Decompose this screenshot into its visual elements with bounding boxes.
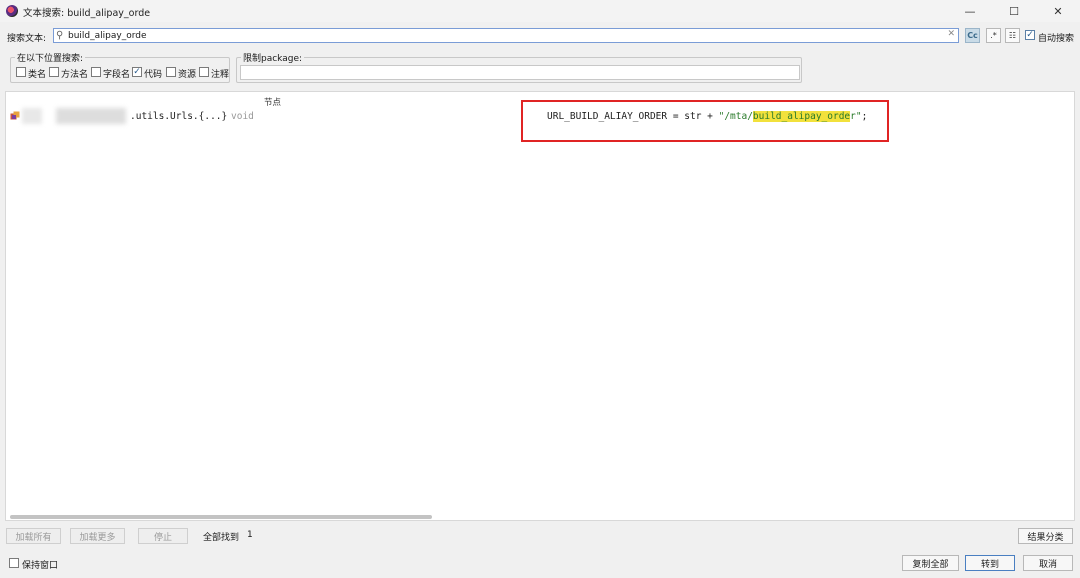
package-filter-title: 限制package:: [241, 51, 305, 64]
node-type: void: [231, 111, 254, 122]
maximize-button[interactable]: ☐: [992, 0, 1036, 22]
method-name-label: 方法名: [61, 70, 89, 80]
resource-checkbox[interactable]: [166, 67, 176, 77]
search-input[interactable]: [68, 29, 938, 42]
load-more-button[interactable]: 加载更多: [70, 528, 125, 544]
stop-button[interactable]: 停止: [138, 528, 188, 544]
field-name-label: 字段名: [103, 70, 131, 80]
minimize-button[interactable]: —: [948, 0, 992, 22]
package-filter-input[interactable]: [240, 65, 800, 80]
found-label: 全部找到: [203, 533, 240, 543]
case-sensitive-toggle[interactable]: Cc: [965, 28, 980, 43]
close-button[interactable]: ✕: [1036, 0, 1080, 22]
keep-window-checkbox[interactable]: [9, 558, 19, 568]
app-icon: [6, 5, 18, 17]
search-box[interactable]: ⚲ ✕: [53, 28, 959, 43]
auto-search-checkbox[interactable]: ✓: [1025, 30, 1035, 40]
class-node-icon: [10, 111, 20, 120]
code-checkbox[interactable]: ✓: [132, 67, 142, 77]
results-table[interactable]: 节点 .utils.Urls.{...} void URL_BUILD_ALIA…: [5, 91, 1075, 521]
clear-search-icon[interactable]: ✕: [947, 29, 955, 39]
keep-window-label: 保持窗口: [22, 561, 59, 571]
load-all-button[interactable]: 加载所有: [6, 528, 61, 544]
class-name-label: 类名: [28, 70, 47, 80]
whole-word-toggle[interactable]: ☷: [1005, 28, 1020, 43]
horizontal-scrollbar[interactable]: [10, 515, 432, 519]
search-label: 搜索文本:: [7, 34, 47, 44]
title-bar: 文本搜索: build_alipay_orde — ☐ ✕: [0, 0, 1080, 22]
copy-all-button[interactable]: 复制全部: [902, 555, 959, 571]
method-name-checkbox[interactable]: [49, 67, 59, 77]
redacted-package: [22, 108, 42, 124]
goto-button[interactable]: 转到: [965, 555, 1015, 571]
group-results-button[interactable]: 结果分类: [1018, 528, 1073, 544]
regex-toggle[interactable]: .*: [986, 28, 1001, 43]
comment-label: 注释: [211, 70, 230, 80]
node-name: .utils.Urls.{...}: [130, 111, 228, 122]
search-in-title: 在以下位置搜索:: [15, 51, 86, 64]
code-label: 代码: [144, 70, 163, 80]
comment-checkbox[interactable]: [199, 67, 209, 77]
found-count: 1: [247, 530, 253, 540]
node-column-header[interactable]: 节点: [264, 96, 281, 108]
resource-label: 资源: [178, 70, 197, 80]
class-name-checkbox[interactable]: [16, 67, 26, 77]
redacted-package-path: [56, 108, 126, 124]
cancel-button[interactable]: 取消: [1023, 555, 1073, 571]
window-title: 文本搜索: build_alipay_orde: [23, 8, 151, 19]
annotation-red-box: [521, 100, 889, 142]
auto-search-label: 自动搜索: [1038, 34, 1075, 44]
field-name-checkbox[interactable]: [91, 67, 101, 77]
search-icon: ⚲: [56, 30, 64, 41]
